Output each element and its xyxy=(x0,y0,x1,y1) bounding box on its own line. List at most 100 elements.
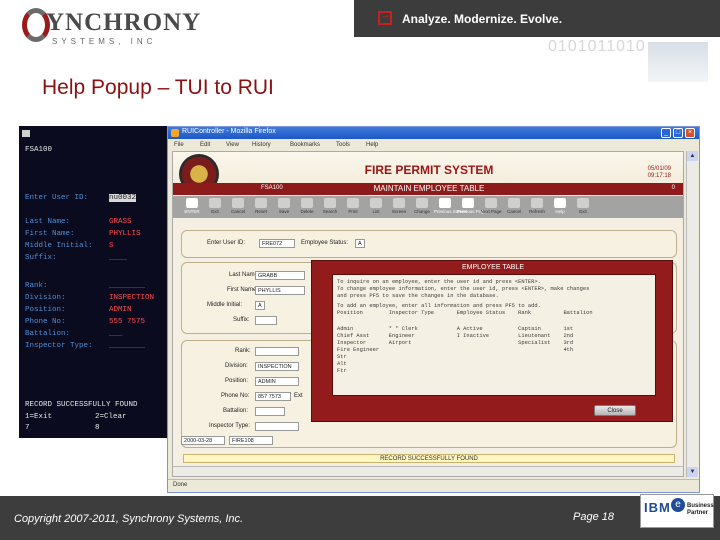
browser-titlebar: RUIController - Mozilla Firefox _ □ × xyxy=(168,127,699,139)
close-window-button[interactable]: × xyxy=(685,128,695,138)
toolbar-button[interactable]: List xyxy=(365,198,387,218)
terminal-window-icon xyxy=(22,130,30,137)
suffix-input[interactable] xyxy=(255,316,277,325)
tui-footer-1a: 1=Exit xyxy=(25,413,53,421)
toolbar-button[interactable]: Cancel xyxy=(503,198,525,218)
vertical-scrollbar[interactable]: ▲ ▼ xyxy=(686,151,698,477)
toolbar-glyph-icon xyxy=(370,198,382,208)
tui-value[interactable]: S xyxy=(109,242,114,250)
employee-status-label: Employee Status: xyxy=(301,240,349,246)
tui-value[interactable]: GRASS xyxy=(109,218,132,226)
popup-line: Chief Asst Engineer I Inactive Lieutenan… xyxy=(337,333,574,339)
tui-value[interactable]: ________ xyxy=(109,342,145,350)
popup-line: Fire Engineer 4th xyxy=(337,347,574,353)
app-header: FIRE PERMIT SYSTEM 05/01/09 09:17:18 FSA… xyxy=(173,152,683,200)
toolbar-button[interactable]: Search xyxy=(319,198,341,218)
tui-value[interactable]: ________ xyxy=(109,282,145,290)
firefox-icon xyxy=(171,129,179,137)
tui-value[interactable]: ____ xyxy=(109,254,127,262)
top-banner: Analyze. Modernize. Evolve. xyxy=(354,0,720,37)
tui-value[interactable]: PHYLLIS xyxy=(109,230,141,238)
scroll-down-icon[interactable]: ▼ xyxy=(687,467,698,477)
toolbar-glyph-icon xyxy=(462,198,474,208)
battalion-input[interactable] xyxy=(255,407,285,416)
user-id-input[interactable]: FRE072 xyxy=(259,239,295,248)
popup-line: To add an employee, enter all informatio… xyxy=(337,303,541,309)
toolbar-button[interactable]: Help xyxy=(549,198,571,218)
footer-code: FIRE108 xyxy=(229,436,273,445)
toolbar-button[interactable]: ENTER xyxy=(181,198,203,218)
first-name-input[interactable]: PHYLLIS xyxy=(255,286,305,295)
toolbar-button[interactable]: Next Page xyxy=(480,198,502,218)
toolbar-button[interactable]: Delete xyxy=(296,198,318,218)
toolbar-button[interactable]: Print xyxy=(342,198,364,218)
tui-label: First Name: xyxy=(25,230,75,238)
division-input[interactable]: INSPECTION xyxy=(255,362,299,371)
tui-label: Phone No: xyxy=(25,318,66,326)
first-name-label: First Name: xyxy=(227,287,259,293)
slide-title: Help Popup – TUI to RUI xyxy=(42,76,274,99)
menu-item[interactable]: Edit xyxy=(200,142,210,148)
tui-value[interactable]: ADMIN xyxy=(109,306,132,314)
toolbar-button-label: Reset xyxy=(255,209,267,214)
toolbar-button[interactable]: Previous Page xyxy=(457,198,487,218)
toolbar-glyph-icon xyxy=(485,198,497,208)
menu-item[interactable]: Help xyxy=(366,142,378,148)
toolbar-button[interactable]: Cancel xyxy=(227,198,249,218)
horizontal-scrollbar[interactable] xyxy=(173,466,683,476)
toolbar-button-label: Previous Page xyxy=(457,209,487,214)
popup-close-button[interactable]: Close xyxy=(594,405,636,416)
app-subtitle-bar: FSA100 MAINTAIN EMPLOYEE TABLE 0 xyxy=(173,183,683,195)
app-subtitle: MAINTAIN EMPLOYEE TABLE xyxy=(373,184,485,193)
tui-value[interactable]: ___ xyxy=(109,330,123,338)
tui-footer-1b: 2=Clear xyxy=(95,413,127,421)
tui-value[interactable]: 555 7575 xyxy=(109,318,145,326)
popup-help-text: To inquire on an employee, enter the use… xyxy=(332,274,656,396)
maximize-button[interactable]: □ xyxy=(673,128,683,138)
record-count: 0 xyxy=(671,185,675,191)
toolbar-button[interactable]: Screen xyxy=(388,198,410,218)
middle-initial-input[interactable]: A xyxy=(255,301,265,310)
toolbar-button-label: Previous Screen xyxy=(434,209,468,214)
employee-status-input[interactable]: A xyxy=(355,239,365,248)
toolbar-button[interactable]: Refresh xyxy=(526,198,548,218)
toolbar-button-label: Refresh xyxy=(529,209,545,214)
toolbar-glyph-icon xyxy=(324,198,336,208)
tui-value[interactable]: INSPECTION xyxy=(109,294,154,302)
toolbar-button[interactable]: Exit xyxy=(204,198,226,218)
toolbar-button[interactable]: Reset xyxy=(250,198,272,218)
tui-label: Rank: xyxy=(25,282,48,290)
popup-line: Ftr xyxy=(337,368,347,374)
toolbar-button-label: Save xyxy=(278,209,290,214)
minimize-button[interactable]: _ xyxy=(661,128,671,138)
toolbar-button-label: Print xyxy=(348,209,358,214)
scroll-up-icon[interactable]: ▲ xyxy=(687,151,698,161)
menu-bar: File Edit View History Bookmarks Tools Help xyxy=(168,140,699,150)
toolbar-glyph-icon xyxy=(347,198,359,208)
last-name-input[interactable]: GRABB xyxy=(255,271,305,280)
tui-label: Division: xyxy=(25,294,66,302)
rank-input[interactable] xyxy=(255,347,299,356)
inspector-type-input[interactable] xyxy=(255,422,299,431)
menu-item[interactable]: History xyxy=(252,142,271,148)
suffix-label: Suffix: xyxy=(233,317,250,323)
menu-item[interactable]: Bookmarks xyxy=(290,142,320,148)
phone-input[interactable]: 857 7573 xyxy=(255,392,291,401)
toolbar-button[interactable]: Exit xyxy=(572,198,594,218)
menu-item[interactable]: Tools xyxy=(336,142,350,148)
toolbar-button[interactable]: Previous Screen xyxy=(434,198,468,218)
tui-value[interactable]: nu0032 xyxy=(109,194,137,202)
toolbar-button[interactable]: Change xyxy=(411,198,433,218)
toolbar-glyph-icon xyxy=(232,198,244,208)
menu-item[interactable]: File xyxy=(174,142,184,148)
popup-line: Inspector Airport Specialist 3rd xyxy=(337,340,574,346)
ibm-e-icon: e xyxy=(671,498,685,512)
position-input[interactable]: ADMIN xyxy=(255,377,299,386)
toolbar-button[interactable]: Save xyxy=(273,198,295,218)
user-id-label: Enter User ID: xyxy=(207,240,246,246)
toolbar-glyph-icon xyxy=(186,198,198,208)
menu-item[interactable]: View xyxy=(226,142,239,148)
popup-line: and press PF5 to save the changes in the… xyxy=(337,293,499,299)
toolbar-glyph-icon xyxy=(508,198,520,208)
tui-label: Battalion: xyxy=(25,330,71,338)
